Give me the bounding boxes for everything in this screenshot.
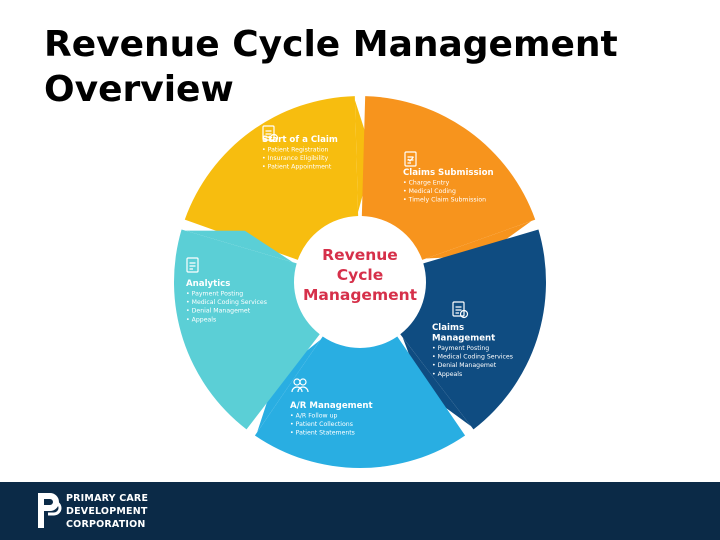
center-label-line: Revenue bbox=[322, 246, 398, 264]
logo-line: PRIMARY CARE bbox=[66, 493, 149, 504]
segment-title-claims-management: Management bbox=[432, 334, 495, 344]
segment-bullet: • Insurance Eligibility bbox=[262, 155, 328, 162]
segment-title-start-claim: Start of a Claim bbox=[262, 135, 338, 145]
segment-bullet: • Medical Coding bbox=[403, 188, 456, 195]
segment-bullet: • Patient Registration bbox=[262, 147, 329, 154]
logo-line: DEVELOPMENT bbox=[66, 506, 148, 517]
segment-bullet: • A/R Follow up bbox=[290, 413, 337, 420]
company-logo-text: PRIMARY CARE DEVELOPMENT CORPORATION bbox=[66, 492, 148, 531]
segment-bullet: • Timely Claim Submission bbox=[403, 197, 486, 204]
revenue-cycle-diagram: Revenue Cycle Management Start of a Claim • … bbox=[173, 96, 546, 468]
segment-bullet: • Medical Coding Services bbox=[186, 299, 267, 306]
segment-bullet: • Payment Posting bbox=[186, 291, 243, 298]
segment-bullet: • Patient Statements bbox=[290, 430, 355, 437]
logo-line: CORPORATION bbox=[66, 519, 146, 530]
segment-title-claims-management: Claims bbox=[432, 323, 464, 333]
segment-bullet: • Medical Coding Services bbox=[432, 354, 513, 361]
segment-bullet: • Appeals bbox=[186, 316, 216, 323]
segment-bullet: • Patient Collections bbox=[290, 421, 353, 428]
center-label-line: Management bbox=[303, 286, 418, 304]
segment-bullet: • Payment Posting bbox=[432, 345, 489, 352]
segment-title-ar-management: A/R Management bbox=[290, 401, 373, 411]
center-label-line: Cycle bbox=[337, 266, 384, 284]
segment-bullet: • Charge Entry bbox=[403, 180, 450, 187]
footer-bar: PRIMARY CARE DEVELOPMENT CORPORATION bbox=[0, 482, 720, 540]
segment-title-analytics: Analytics bbox=[186, 279, 230, 289]
segment-bullet: • Patient Appointment bbox=[262, 164, 332, 171]
segment-bullet: • Appeals bbox=[432, 371, 462, 378]
segment-bullet: • Denial Managemet bbox=[186, 308, 251, 315]
segment-bullet: • Denial Managemet bbox=[432, 362, 497, 369]
pcdc-logo-icon bbox=[38, 493, 62, 528]
segment-title-claims-submission: Claims Submission bbox=[403, 168, 494, 178]
